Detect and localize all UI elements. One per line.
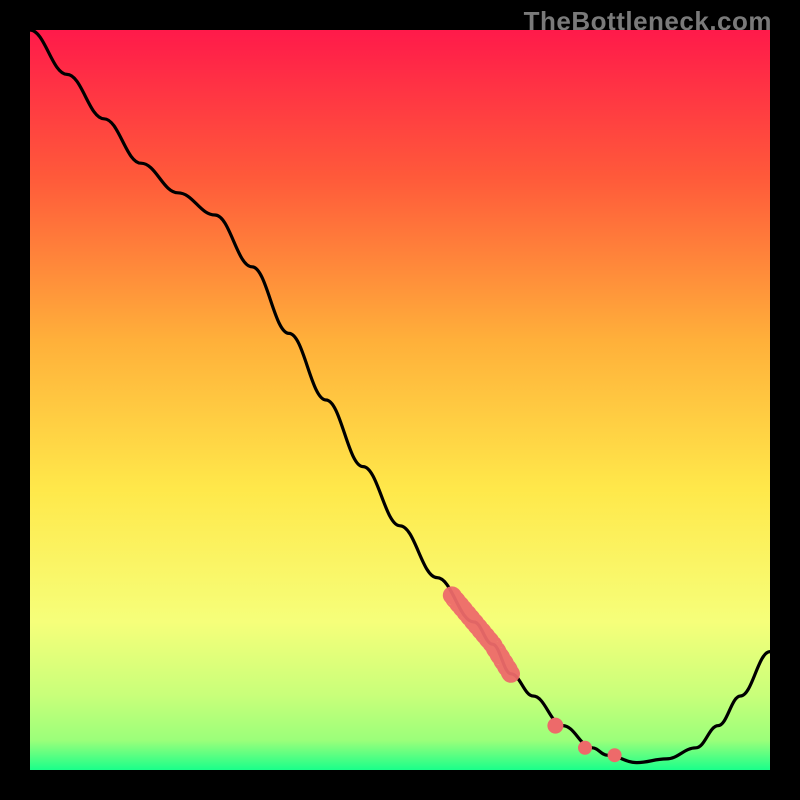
recommended-point [608,748,622,762]
chart-frame: TheBottleneck.com [0,0,800,800]
plot-background [30,30,770,770]
recommended-point [578,741,592,755]
recommended-point [547,718,563,734]
bottleneck-chart [30,30,770,770]
